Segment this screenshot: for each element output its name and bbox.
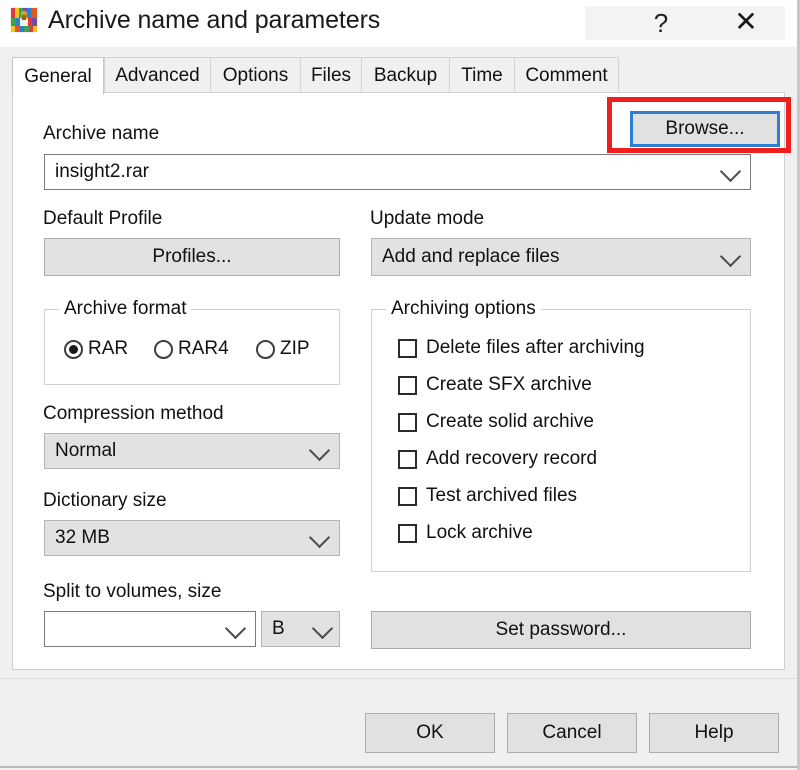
set-password-button[interactable]: Set password... (371, 611, 751, 649)
checkbox-unchecked-icon (398, 412, 417, 432)
default-profile-label: Default Profile (43, 208, 163, 229)
tab-time-label: Time (461, 64, 503, 86)
checkbox-create-sfx-archive[interactable]: Create SFX archive (398, 374, 592, 396)
help-button[interactable]: Help (649, 713, 779, 753)
tab-files-label: Files (310, 64, 352, 86)
footer-bottom-line (0, 766, 797, 768)
tab-backup-label: Backup (373, 64, 438, 86)
update-mode-select[interactable]: Add and replace files (371, 238, 751, 276)
split-size-unit-select[interactable]: B (261, 611, 340, 647)
split-size-unit-value: B (272, 618, 285, 639)
checkbox-unchecked-icon (398, 523, 417, 543)
tab-advanced-label: Advanced (115, 64, 200, 86)
titlebar-close-button[interactable]: ✕ (715, 0, 777, 47)
radio-format-zip-label: ZIP (280, 338, 310, 359)
dictionary-size-value: 32 MB (55, 527, 110, 548)
radio-format-zip[interactable]: ZIP (256, 338, 310, 360)
chevron-down-icon (224, 617, 247, 640)
help-button-label: Help (694, 722, 734, 743)
close-icon: ✕ (734, 6, 758, 37)
title-bar: Archive name and parameters ? ✕ (0, 0, 797, 47)
checkbox-unchecked-icon (398, 375, 417, 395)
profiles-button-label: Profiles... (152, 246, 232, 267)
profiles-button[interactable]: Profiles... (44, 238, 340, 276)
tab-advanced[interactable]: Advanced (104, 57, 211, 93)
tab-comment[interactable]: Comment (514, 57, 619, 93)
chevron-down-icon (311, 617, 334, 640)
archive-format-group-title: Archive format (59, 298, 192, 320)
set-password-button-label: Set password... (495, 619, 627, 640)
archive-name-value: insight2.rar (55, 161, 149, 182)
chevron-down-icon (308, 526, 331, 549)
tab-time[interactable]: Time (449, 57, 515, 93)
checkbox-add-recovery-record-label: Add recovery record (426, 448, 598, 469)
cancel-button[interactable]: Cancel (507, 713, 637, 753)
window-title: Archive name and parameters (48, 6, 381, 34)
ok-button[interactable]: OK (365, 713, 495, 753)
checkbox-unchecked-icon (398, 449, 417, 469)
checkbox-unchecked-icon (398, 338, 417, 358)
compression-method-select[interactable]: Normal (44, 433, 340, 469)
radio-format-rar-label: RAR (88, 338, 129, 359)
radio-unselected-icon (154, 339, 173, 359)
archive-name-input[interactable]: insight2.rar (44, 154, 751, 190)
update-mode-value: Add and replace files (382, 246, 560, 267)
radio-selected-icon (64, 339, 83, 359)
chevron-down-icon (719, 160, 742, 183)
checkbox-create-sfx-archive-label: Create SFX archive (426, 374, 592, 395)
checkbox-delete-files-after-archiving-label: Delete files after archiving (426, 337, 645, 358)
split-size-input[interactable] (44, 611, 256, 647)
compression-method-value: Normal (55, 440, 117, 461)
compression-method-label: Compression method (43, 403, 224, 424)
archiving-options-group: Archiving options Delete files after arc… (371, 298, 751, 572)
checkbox-test-archived-files[interactable]: Test archived files (398, 485, 577, 507)
radio-format-rar[interactable]: RAR (64, 338, 128, 360)
archiving-options-group-title: Archiving options (386, 298, 541, 320)
tab-general[interactable]: General (12, 57, 104, 95)
winrar-books-icon (10, 7, 38, 33)
question-mark-icon: ? (653, 7, 669, 38)
checkbox-lock-archive[interactable]: Lock archive (398, 522, 533, 544)
chevron-down-icon (308, 439, 331, 462)
checkbox-delete-files-after-archiving[interactable]: Delete files after archiving (398, 337, 645, 359)
chevron-down-icon (719, 245, 742, 268)
checkbox-unchecked-icon (398, 486, 417, 506)
titlebar-help-button[interactable]: ? (630, 0, 692, 47)
checkbox-lock-archive-label: Lock archive (426, 522, 533, 543)
tab-options-label: Options (222, 64, 289, 86)
dialog-footer: OK Cancel Help (0, 679, 797, 767)
cancel-button-label: Cancel (542, 722, 602, 743)
archive-format-group: Archive format RAR RAR4 ZIP (44, 298, 340, 385)
browse-button[interactable]: Browse... (630, 111, 780, 147)
tab-options[interactable]: Options (210, 57, 301, 93)
tab-backup[interactable]: Backup (361, 57, 450, 93)
browse-button-label: Browse... (665, 118, 745, 139)
tab-files[interactable]: Files (300, 57, 362, 93)
tab-comment-label: Comment (525, 64, 608, 86)
archive-name-label: Archive name (43, 123, 160, 144)
split-to-volumes-label: Split to volumes, size (43, 581, 222, 602)
ok-button-label: OK (416, 722, 444, 743)
checkbox-create-solid-archive-label: Create solid archive (426, 411, 594, 432)
checkbox-create-solid-archive[interactable]: Create solid archive (398, 411, 594, 433)
dictionary-size-select[interactable]: 32 MB (44, 520, 340, 556)
radio-unselected-icon (256, 339, 275, 359)
update-mode-label: Update mode (370, 208, 485, 229)
dictionary-size-label: Dictionary size (43, 490, 167, 511)
radio-format-rar4-label: RAR4 (178, 338, 229, 359)
archive-parameters-dialog: Archive name and parameters ? ✕ General … (0, 0, 800, 770)
checkbox-test-archived-files-label: Test archived files (426, 485, 578, 506)
radio-format-rar4[interactable]: RAR4 (154, 338, 229, 360)
tab-general-label: General (24, 65, 92, 87)
checkbox-add-recovery-record[interactable]: Add recovery record (398, 448, 597, 470)
general-tab-panel: Archive name Browse... insight2.rar Defa… (12, 92, 785, 670)
